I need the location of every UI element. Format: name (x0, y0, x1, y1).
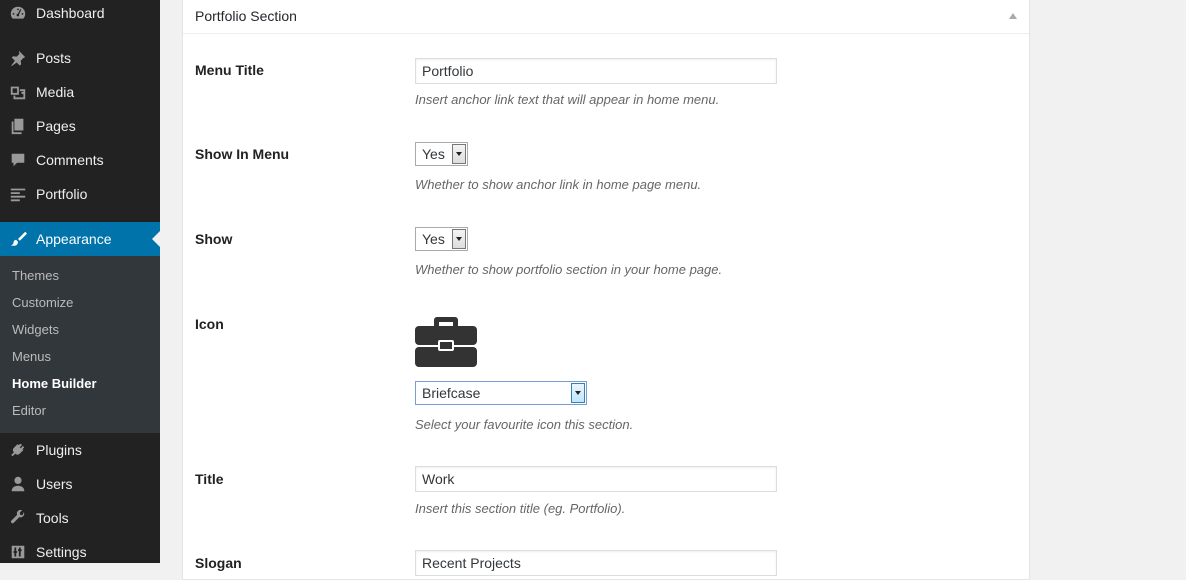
pin-icon (0, 49, 36, 67)
sidebar-item-plugins[interactable]: Plugins (0, 433, 160, 467)
sidebar-item-label: Dashboard (36, 5, 105, 21)
title-label: Title (195, 471, 224, 487)
sidebar-item-label: Comments (36, 152, 104, 168)
title-input[interactable] (415, 466, 777, 492)
sidebar-item-label: Appearance (36, 231, 112, 247)
show-in-menu-label: Show In Menu (195, 146, 290, 162)
current-menu-arrow (152, 231, 160, 247)
appearance-submenu: Themes Customize Widgets Menus Home Buil… (0, 256, 160, 433)
sidebar-item-appearance[interactable]: Appearance (0, 222, 160, 256)
submenu-item-editor[interactable]: Editor (12, 403, 46, 418)
menu-title-label: Menu Title (195, 62, 264, 78)
show-value: Yes (422, 231, 445, 247)
comment-icon (0, 151, 36, 169)
sidebar-item-label: Tools (36, 510, 69, 526)
paintbrush-icon (0, 230, 36, 248)
sidebar-item-label: Plugins (36, 442, 82, 458)
show-select[interactable]: Yes (415, 227, 468, 251)
slogan-label: Slogan (195, 555, 242, 571)
chevron-down-icon (452, 229, 466, 249)
sidebar-item-label: Pages (36, 118, 76, 134)
show-label: Show (195, 231, 233, 247)
collapse-toggle-icon[interactable] (1009, 13, 1017, 19)
sidebar-item-tools[interactable]: Tools (0, 501, 160, 535)
postbox-title: Portfolio Section (195, 8, 297, 24)
submenu-item-themes[interactable]: Themes (12, 268, 59, 283)
show-in-menu-select[interactable]: Yes (415, 142, 468, 166)
show-in-menu-description: Whether to show anchor link in home page… (415, 177, 702, 192)
wrench-icon (0, 509, 36, 527)
sidebar-item-media[interactable]: Media (0, 75, 160, 109)
dashboard-icon (0, 4, 36, 22)
settings-icon (0, 543, 36, 561)
sidebar-item-label: Users (36, 476, 73, 492)
chevron-down-icon (571, 383, 585, 403)
icon-label: Icon (195, 316, 224, 332)
sidebar-item-label: Settings (36, 544, 87, 560)
sidebar-item-label: Media (36, 84, 75, 100)
sidebar-item-posts[interactable]: Posts (0, 41, 160, 75)
sidebar-item-settings[interactable]: Settings (0, 535, 160, 569)
admin-sidebar: Dashboard Posts Media Pages Comments Por… (0, 0, 160, 563)
pages-icon (0, 117, 36, 135)
title-description: Insert this section title (eg. Portfolio… (415, 501, 626, 516)
sidebar-item-label: Posts (36, 50, 72, 66)
media-icon (0, 83, 36, 101)
chevron-down-icon (452, 144, 466, 164)
menu-title-input[interactable] (415, 58, 777, 84)
submenu-item-menus[interactable]: Menus (12, 349, 51, 364)
icon-select[interactable]: Briefcase (415, 381, 587, 405)
sidebar-item-dashboard[interactable]: Dashboard (0, 0, 160, 30)
sidebar-item-comments[interactable]: Comments (0, 143, 160, 177)
sidebar-item-pages[interactable]: Pages (0, 109, 160, 143)
plugin-icon (0, 441, 36, 459)
icon-select-value: Briefcase (422, 385, 481, 401)
users-icon (0, 475, 36, 493)
portfolio-icon (0, 185, 36, 203)
submenu-item-home-builder[interactable]: Home Builder (12, 376, 97, 391)
sidebar-item-portfolio[interactable]: Portfolio (0, 177, 160, 211)
briefcase-icon (415, 317, 477, 367)
sidebar-item-users[interactable]: Users (0, 467, 160, 501)
slogan-input[interactable] (415, 550, 777, 576)
show-description: Whether to show portfolio section in you… (415, 262, 723, 277)
icon-description: Select your favourite icon this section. (415, 417, 634, 432)
sidebar-item-label: Portfolio (36, 186, 88, 202)
submenu-item-customize[interactable]: Customize (12, 295, 73, 310)
portfolio-section-postbox: Portfolio Section Menu Title Insert anch… (182, 0, 1030, 580)
menu-title-description: Insert anchor link text that will appear… (415, 92, 720, 107)
show-in-menu-value: Yes (422, 146, 445, 162)
postbox-header[interactable]: Portfolio Section (183, 0, 1029, 34)
submenu-item-widgets[interactable]: Widgets (12, 322, 59, 337)
